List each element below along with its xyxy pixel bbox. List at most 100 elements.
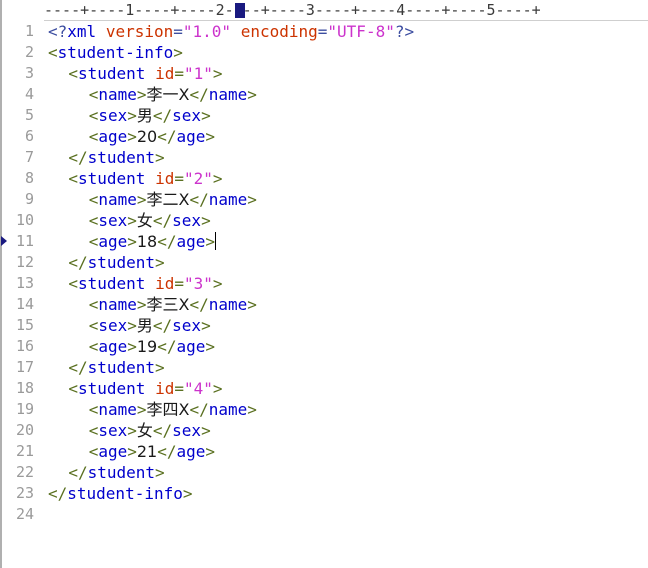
line-number: 5	[24, 106, 34, 124]
code-token-tag: </	[68, 463, 88, 482]
code-line[interactable]: <student id="3">	[48, 273, 223, 294]
code-token-tag: >	[127, 421, 137, 440]
code-token-tag: <	[48, 43, 58, 62]
code-token-tag: =	[174, 379, 184, 398]
code-token-tn: age	[98, 337, 128, 356]
code-token-tag: >	[136, 295, 147, 314]
code-token-txt: 18	[136, 232, 158, 251]
code-token-tn: sex	[98, 316, 128, 335]
code-line[interactable]: <name>李一X</name>	[48, 84, 257, 105]
code-line[interactable]: <sex>男</sex>	[48, 105, 211, 126]
code-token-tag	[145, 379, 155, 398]
code-token-tag: >	[212, 274, 223, 293]
code-token-txt: 李三X	[146, 295, 190, 314]
code-line[interactable]: </student>	[48, 147, 165, 168]
line-number: 8	[24, 169, 34, 187]
code-token-tag: </	[152, 421, 173, 440]
code-token-txt: 女	[136, 211, 153, 230]
code-area[interactable]: <?xml version="1.0" encoding="UTF-8"?> <s…	[48, 21, 648, 568]
code-token-tag: >	[247, 400, 257, 419]
line-number: 1	[24, 22, 34, 40]
code-token-tn: name	[98, 85, 137, 104]
code-token-pi: =	[173, 22, 183, 41]
text-editor[interactable]: ----+----1----+----2----+----3----+----4…	[0, 0, 648, 568]
line-number: 2	[24, 43, 34, 61]
code-token-tag: </	[189, 85, 209, 104]
code-token-val: "2"	[183, 169, 213, 188]
code-token-tag: >	[201, 106, 211, 125]
code-token-txt: 20	[136, 127, 158, 146]
code-line[interactable]: <student id="2">	[48, 168, 222, 189]
code-line[interactable]: </student-info>	[48, 483, 193, 504]
line-number: 4	[24, 85, 34, 103]
code-token-tag: >	[201, 211, 211, 230]
code-token-txt: 女	[136, 421, 153, 440]
code-token-tn: xml	[67, 22, 97, 41]
code-token-tag: >	[205, 127, 216, 146]
code-line[interactable]: <student-info>	[48, 42, 183, 63]
code-token-tn: student	[87, 253, 156, 272]
code-line[interactable]: <name>李四X</name>	[48, 399, 257, 420]
code-token-txt: 男	[136, 316, 153, 335]
code-line[interactable]: </student>	[48, 252, 165, 273]
code-line[interactable]: <age>18</age>	[48, 231, 217, 252]
code-token-pi	[96, 22, 106, 41]
code-token-tag: >	[127, 211, 137, 230]
code-token-tag: <	[88, 85, 99, 104]
code-token-tag: >	[127, 442, 137, 461]
code-token-tag: <	[88, 232, 99, 251]
code-line[interactable]: <name>李三X</name>	[48, 294, 257, 315]
code-token-tag: >	[155, 253, 165, 272]
code-token-tn: student	[87, 148, 156, 167]
code-token-attr: id	[155, 274, 175, 293]
code-token-tag: <	[68, 64, 78, 83]
column-ruler: ----+----1----+----2----+----3----+----4…	[44, 0, 648, 21]
code-line[interactable]: <student id="1">	[48, 63, 223, 84]
code-line[interactable]: <sex>男</sex>	[48, 315, 211, 336]
code-line[interactable]: <age>21</age>	[48, 441, 215, 462]
code-token-tag: >	[247, 85, 257, 104]
code-token-attr: version	[105, 22, 174, 41]
code-token-tag: >	[205, 442, 216, 461]
code-token-tn: sex	[98, 421, 128, 440]
code-token-tn: age	[176, 232, 206, 251]
code-token-tn: age	[98, 127, 128, 146]
code-token-tn: name	[98, 190, 137, 209]
code-token-tag: >	[127, 232, 137, 251]
code-line[interactable]: </student>	[48, 357, 164, 378]
code-token-tag: </	[48, 484, 68, 503]
code-token-tn: age	[176, 337, 206, 356]
code-line[interactable]: <age>20</age>	[48, 126, 215, 147]
code-line[interactable]: </student>	[48, 462, 164, 483]
code-token-tag: >	[212, 64, 223, 83]
code-token-tn: sex	[172, 211, 202, 230]
code-line[interactable]: <age>19</age>	[48, 336, 215, 357]
code-token-tag: >	[155, 148, 165, 167]
code-token-pi: ?>	[394, 22, 415, 41]
code-line[interactable]: <name>李二X</name>	[48, 189, 257, 210]
code-token-val: "UTF-8"	[327, 22, 395, 41]
line-number-gutter[interactable]: 1 2 3 4 5 6 7 8 9 10 11 12 13 14 15 16 17 18 19 20 21 22 23 24	[1, 21, 42, 568]
code-line[interactable]: <student id="4">	[48, 378, 222, 399]
code-token-pi	[231, 22, 241, 41]
code-token-attr: encoding	[240, 22, 318, 41]
code-token-tn: student	[87, 463, 156, 482]
line-number: 9	[24, 190, 34, 208]
bookmark-marker-icon[interactable]	[1, 236, 7, 246]
code-token-val: "3"	[183, 274, 213, 293]
code-line[interactable]: <?xml version="1.0" encoding="UTF-8"?>	[48, 21, 414, 42]
code-token-txt: 李一X	[146, 85, 190, 104]
line-number: 17	[15, 358, 34, 376]
code-token-tag: >	[182, 484, 193, 503]
code-line[interactable]: <sex>女</sex>	[48, 210, 211, 231]
code-line[interactable]: <sex>女</sex>	[48, 420, 211, 441]
ruler-scale: ----+----1----+----2----+----3----+----4…	[44, 1, 541, 19]
